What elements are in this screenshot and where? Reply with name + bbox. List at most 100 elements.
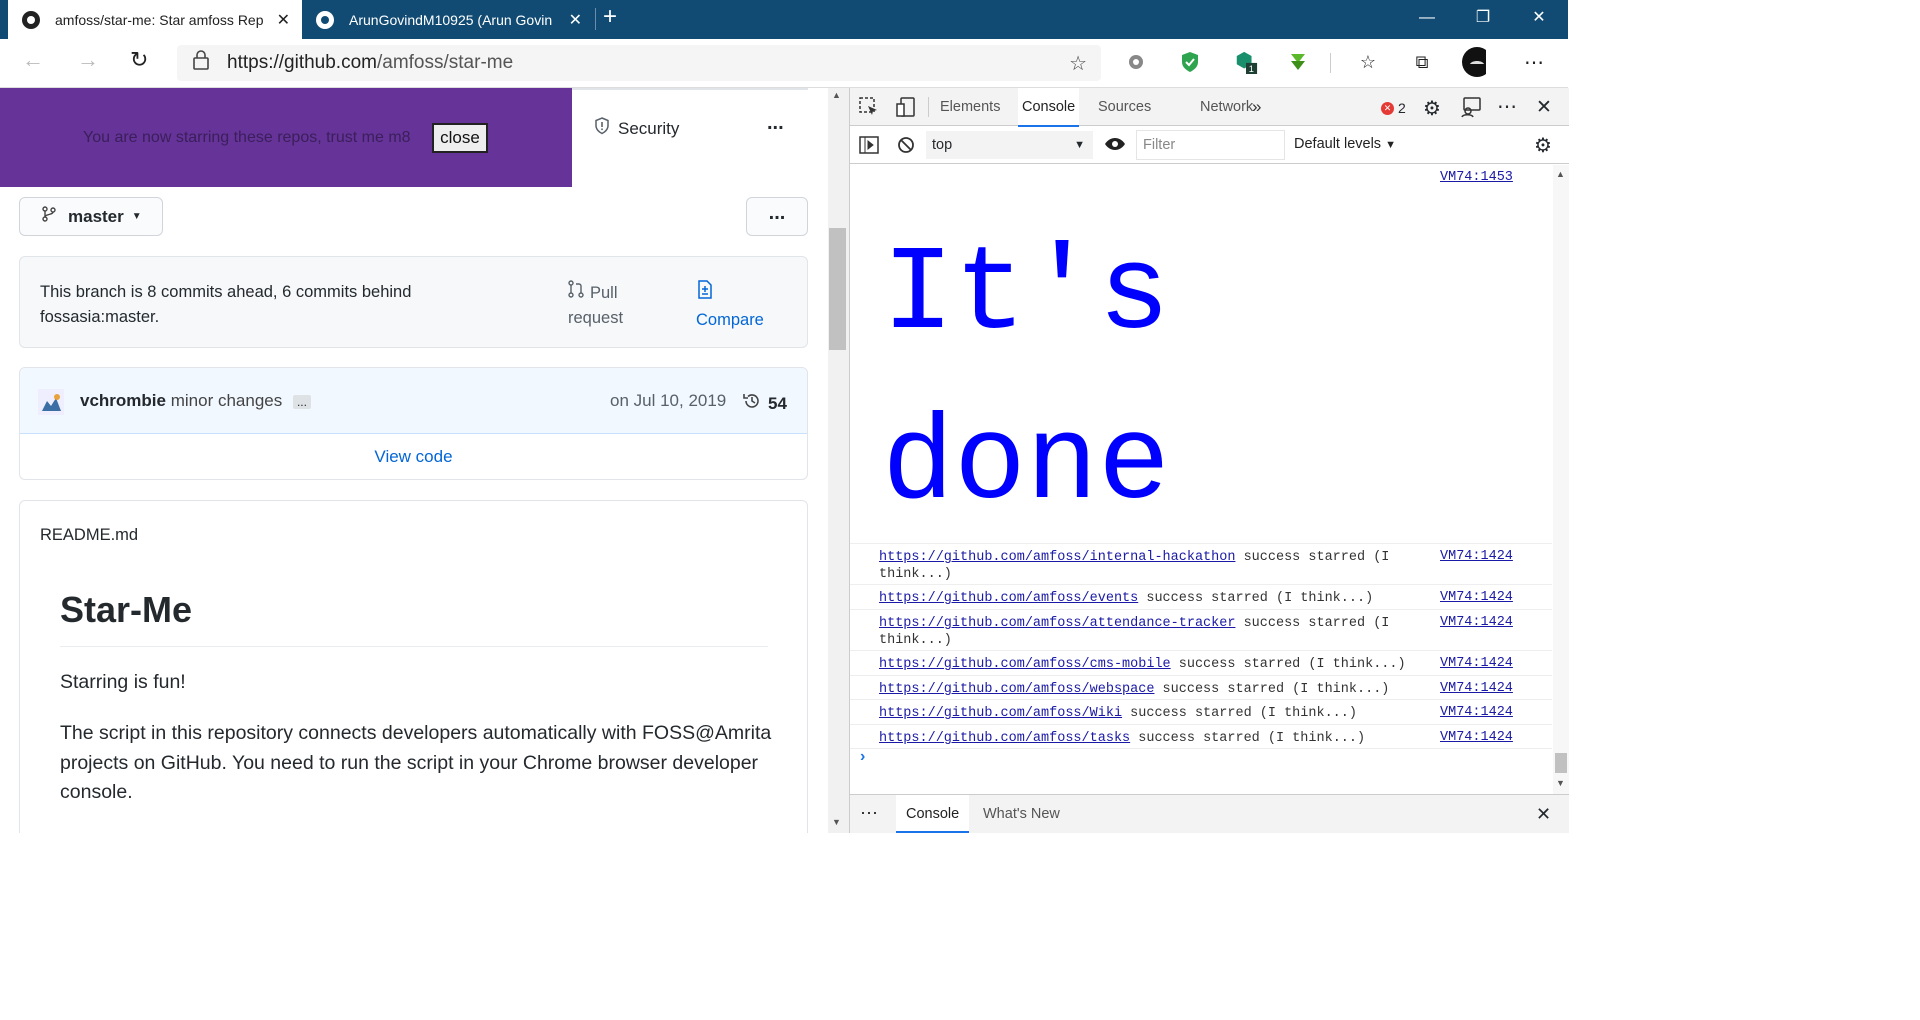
console-log-row: https://github.com/amfoss/cms-mobile suc… — [850, 650, 1552, 675]
drawer-tab-console[interactable]: Console — [896, 795, 970, 833]
hexagon-extension-icon[interactable]: 1 — [1234, 50, 1258, 74]
page-scrollbar[interactable]: ▲ ▼ — [828, 88, 849, 833]
console-scrollbar-thumb[interactable] — [1555, 753, 1567, 773]
console-big-message: VM74:1453 It's done — [850, 165, 1552, 543]
tab-star-me[interactable]: amfoss/star-me: Star amfoss Rep ✕ — [8, 0, 302, 39]
device-toggle-icon[interactable] — [896, 97, 916, 122]
big-text: It's done — [882, 211, 1170, 551]
avatar[interactable] — [1462, 47, 1486, 77]
log-url[interactable]: https://github.com/amfoss/internal-hacka… — [879, 550, 1235, 565]
more-tabs-button[interactable]: ... — [767, 112, 784, 135]
source-link[interactable]: VM74:1424 — [1440, 681, 1513, 696]
console-prompt[interactable]: › — [860, 748, 865, 766]
inspect-element-icon[interactable] — [859, 97, 879, 122]
commit-author[interactable]: vchrombie — [80, 391, 166, 410]
scroll-down-icon[interactable]: ▼ — [832, 817, 841, 827]
security-tab[interactable]: Security — [594, 117, 679, 140]
new-tab-button[interactable]: + — [603, 3, 617, 31]
console-filter-input[interactable]: Filter — [1136, 130, 1285, 160]
source-link[interactable]: VM74:1424 — [1440, 590, 1513, 605]
sidebar-toggle-icon[interactable] — [859, 136, 879, 159]
minimize-button[interactable]: — — [1404, 0, 1450, 39]
extension-circle-icon[interactable] — [1124, 50, 1148, 74]
levels-label: Default levels — [1294, 136, 1382, 152]
source-link[interactable]: VM74:1424 — [1440, 549, 1513, 564]
collections-icon[interactable]: ⧉ — [1410, 50, 1434, 74]
log-url[interactable]: https://github.com/amfoss/webspace — [879, 682, 1154, 697]
filter-placeholder: Filter — [1143, 137, 1176, 153]
devtools-more-icon[interactable]: ⋯ — [1497, 94, 1517, 119]
tab-profile[interactable]: ArunGovindM10925 (Arun Govin ✕ — [304, 0, 594, 39]
source-link[interactable]: VM74:1424 — [1440, 615, 1513, 630]
branch-status-line: This branch is 8 commits ahead, 6 commit… — [40, 283, 412, 301]
author-avatar[interactable] — [38, 389, 64, 420]
banner-close-button[interactable]: close — [432, 123, 488, 153]
log-message: success starred (I think...) — [1154, 682, 1390, 697]
drawer-more-icon[interactable]: ⋯ — [860, 803, 878, 824]
tab-sources[interactable]: Sources — [1094, 88, 1155, 126]
source-link[interactable]: VM74:1424 — [1440, 730, 1513, 745]
live-expression-eye-icon[interactable] — [1104, 135, 1126, 158]
commit-message[interactable]: minor changes — [171, 391, 283, 410]
scroll-up-icon[interactable]: ▲ — [832, 90, 841, 100]
close-drawer-icon[interactable]: ✕ — [1536, 804, 1551, 825]
tab-console[interactable]: Console — [1018, 88, 1080, 127]
readme-line: The script in this repository connects d… — [60, 722, 772, 744]
shield-extension-icon[interactable] — [1178, 50, 1202, 74]
title-bar: amfoss/star-me: Star amfoss Rep ✕ ArunGo… — [0, 0, 1568, 39]
close-tab-icon[interactable]: ✕ — [277, 10, 290, 30]
console-log-row: https://github.com/amfoss/webspace succe… — [850, 675, 1552, 699]
error-count: 2 — [1398, 100, 1406, 116]
caret-down-icon: ▼ — [131, 211, 142, 222]
settings-more-icon[interactable]: ⋯ — [1522, 50, 1546, 74]
log-url[interactable]: https://github.com/amfoss/attendance-tra… — [879, 616, 1235, 631]
compare-label: Compare — [696, 311, 764, 329]
close-devtools-icon[interactable]: ✕ — [1536, 96, 1552, 119]
restore-button[interactable]: ❐ — [1460, 0, 1506, 39]
favorites-icon[interactable]: ☆ — [1356, 50, 1380, 74]
console-settings-icon[interactable]: ⚙ — [1534, 133, 1552, 158]
pull-request-icon — [568, 280, 584, 306]
favorite-star-icon[interactable]: ☆ — [1069, 51, 1087, 76]
diff-icon — [696, 280, 764, 308]
close-window-button[interactable]: ✕ — [1516, 0, 1562, 39]
commit-expand-button[interactable]: ... — [292, 395, 311, 409]
view-code-link[interactable]: View code — [20, 447, 807, 467]
log-url[interactable]: https://github.com/amfoss/cms-mobile — [879, 657, 1171, 672]
console-scrollbar[interactable]: ▲ ▼ — [1553, 165, 1569, 794]
log-levels-select[interactable]: Default levels ▼ — [1294, 136, 1396, 152]
branch-select-button[interactable]: master ▼ — [19, 197, 163, 236]
scroll-up-icon[interactable]: ▲ — [1556, 169, 1565, 179]
log-url[interactable]: https://github.com/amfoss/tasks — [879, 731, 1130, 746]
commits-history-link[interactable]: 54 — [742, 391, 787, 416]
source-link[interactable]: VM74:1424 — [1440, 656, 1513, 671]
page-scrollbar-thumb[interactable] — [829, 228, 846, 350]
source-link[interactable]: VM74:1453 — [1440, 170, 1513, 185]
tab-elements[interactable]: Elements — [936, 88, 1004, 126]
feedback-icon[interactable] — [1460, 96, 1482, 123]
log-message: success starred (I think...) — [1122, 706, 1357, 721]
address-bar-row: ← → ↻ https://github.com/amfoss/star-me … — [0, 39, 1568, 88]
log-url[interactable]: https://github.com/amfoss/Wiki — [879, 706, 1122, 721]
download-extension-icon[interactable] — [1286, 50, 1310, 74]
readme-paragraph-1: Starring is fun! — [60, 671, 186, 693]
error-counter[interactable]: ✕ 2 — [1381, 100, 1406, 116]
url-field[interactable]: https://github.com/amfoss/star-me ☆ — [177, 45, 1101, 81]
pull-request-link[interactable]: Pull request — [568, 280, 623, 331]
settings-gear-icon[interactable]: ⚙ — [1423, 96, 1441, 121]
clear-console-icon[interactable] — [897, 136, 915, 159]
drawer-tab-whats-new[interactable]: What's New — [983, 795, 1060, 833]
more-options-button[interactable]: ... — [746, 197, 808, 236]
close-tab-icon[interactable]: ✕ — [569, 10, 582, 30]
forward-icon[interactable]: → — [77, 47, 99, 73]
scroll-down-icon[interactable]: ▼ — [1556, 778, 1565, 788]
branch-status-text: This branch is 8 commits ahead, 6 commit… — [40, 280, 411, 330]
source-link[interactable]: VM74:1424 — [1440, 705, 1513, 720]
pull-label: request — [568, 309, 624, 327]
compare-link[interactable]: Compare — [696, 280, 764, 333]
log-url[interactable]: https://github.com/amfoss/events — [879, 591, 1138, 606]
more-tabs-icon[interactable]: » — [1248, 88, 1265, 126]
context-select[interactable]: top ▼ — [926, 131, 1093, 159]
refresh-icon[interactable]: ↻ — [130, 47, 148, 73]
back-icon[interactable]: ← — [22, 47, 44, 73]
